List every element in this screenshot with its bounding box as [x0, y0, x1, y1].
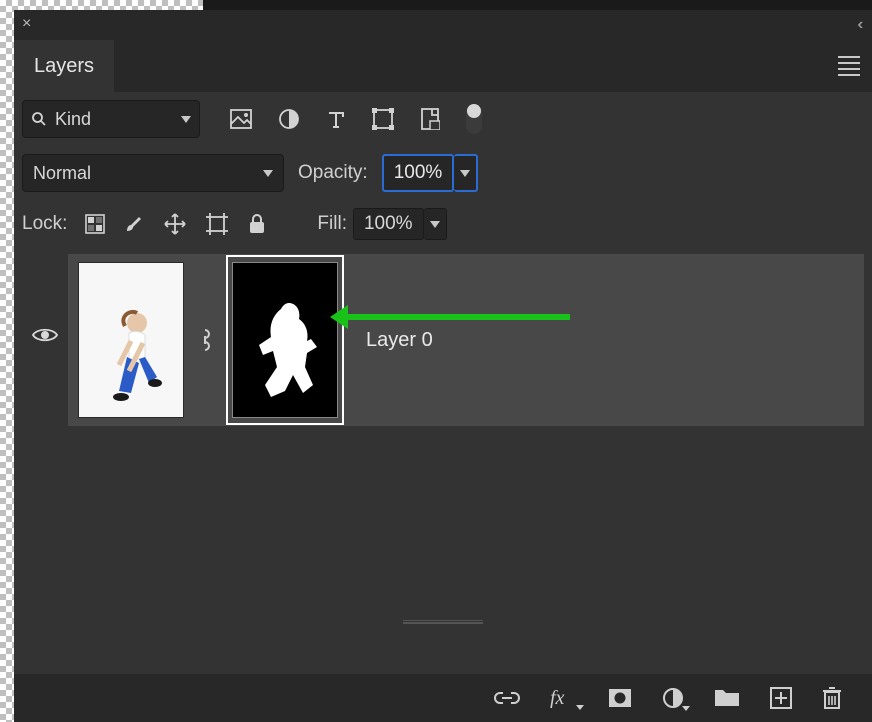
image-icon[interactable]	[230, 109, 252, 129]
link-icon[interactable]	[494, 690, 520, 706]
panel-tabbar: Layers	[14, 40, 872, 92]
visibility-eye-icon[interactable]	[32, 326, 58, 344]
chevron-down-icon	[430, 221, 440, 228]
fill-value: 100%	[364, 213, 413, 235]
lock-pixels-icon[interactable]	[85, 214, 105, 234]
chevron-down-icon	[263, 170, 273, 177]
panel-menu-icon[interactable]	[838, 56, 860, 76]
filter-type-select[interactable]: Kind	[22, 100, 200, 138]
type-icon[interactable]	[326, 109, 346, 129]
close-icon[interactable]: ×	[22, 16, 31, 32]
shape-icon[interactable]	[372, 108, 394, 130]
opacity-input[interactable]: 100%	[382, 154, 455, 192]
filter-mode-label: Kind	[55, 109, 91, 130]
chevron-down-icon	[181, 116, 191, 123]
trash-icon[interactable]	[822, 686, 842, 710]
filter-type-icons	[230, 104, 482, 134]
blend-mode-select[interactable]: Normal	[22, 154, 284, 192]
transparency-checker-left	[0, 0, 14, 722]
smartobject-icon[interactable]	[420, 108, 440, 130]
fill-label: Fill:	[317, 213, 347, 235]
adjustment-layer-icon[interactable]	[662, 687, 684, 709]
panel-titlebar: × ‹‹	[14, 10, 872, 40]
panel-body: Kind	[14, 92, 872, 674]
opacity-stepper[interactable]	[454, 154, 478, 192]
opacity-label: Opacity:	[298, 162, 368, 184]
group-icon[interactable]	[714, 688, 740, 708]
tab-layers[interactable]: Layers	[14, 40, 114, 92]
transparency-checker-top	[0, 0, 203, 10]
adjustment-icon[interactable]	[278, 108, 300, 130]
layer-mask-thumbnail[interactable]	[226, 255, 344, 425]
new-layer-icon[interactable]	[770, 687, 792, 709]
toggle-knob	[467, 104, 481, 118]
fx-icon[interactable]: fx	[550, 688, 578, 708]
mask-icon[interactable]	[608, 688, 632, 708]
filter-row: Kind	[14, 92, 872, 146]
layer-list: Layer 0	[14, 254, 872, 426]
layers-bottom-bar: fx	[14, 674, 872, 722]
svg-text:fx: fx	[550, 688, 565, 708]
blend-row: Normal Opacity: 100%	[14, 146, 872, 200]
lock-artboard-icon[interactable]	[205, 212, 229, 236]
search-icon	[31, 111, 47, 127]
annotation-arrow	[346, 314, 570, 320]
fill-input[interactable]: 100%	[353, 208, 424, 240]
opacity-value: 100%	[394, 162, 443, 184]
lock-row: Lock: Fill:	[14, 200, 872, 248]
tab-label: Layers	[34, 55, 94, 78]
filter-toggle[interactable]	[466, 104, 482, 134]
layer-row[interactable]: Layer 0	[68, 254, 864, 426]
lock-brush-icon[interactable]	[123, 213, 145, 235]
lock-position-icon[interactable]	[163, 212, 187, 236]
lock-label: Lock:	[22, 213, 67, 235]
layers-panel: × ‹‹ Layers Kind	[14, 10, 872, 722]
layer-mask-link-icon[interactable]	[196, 328, 214, 352]
layer-name[interactable]: Layer 0	[366, 329, 433, 352]
panel-resize-grip[interactable]	[403, 620, 483, 624]
fill-stepper[interactable]	[424, 208, 447, 240]
blend-mode-label: Normal	[33, 163, 91, 184]
lock-all-icon[interactable]	[247, 213, 267, 235]
chevron-down-icon	[460, 170, 470, 177]
layer-thumbnail[interactable]	[78, 262, 184, 418]
